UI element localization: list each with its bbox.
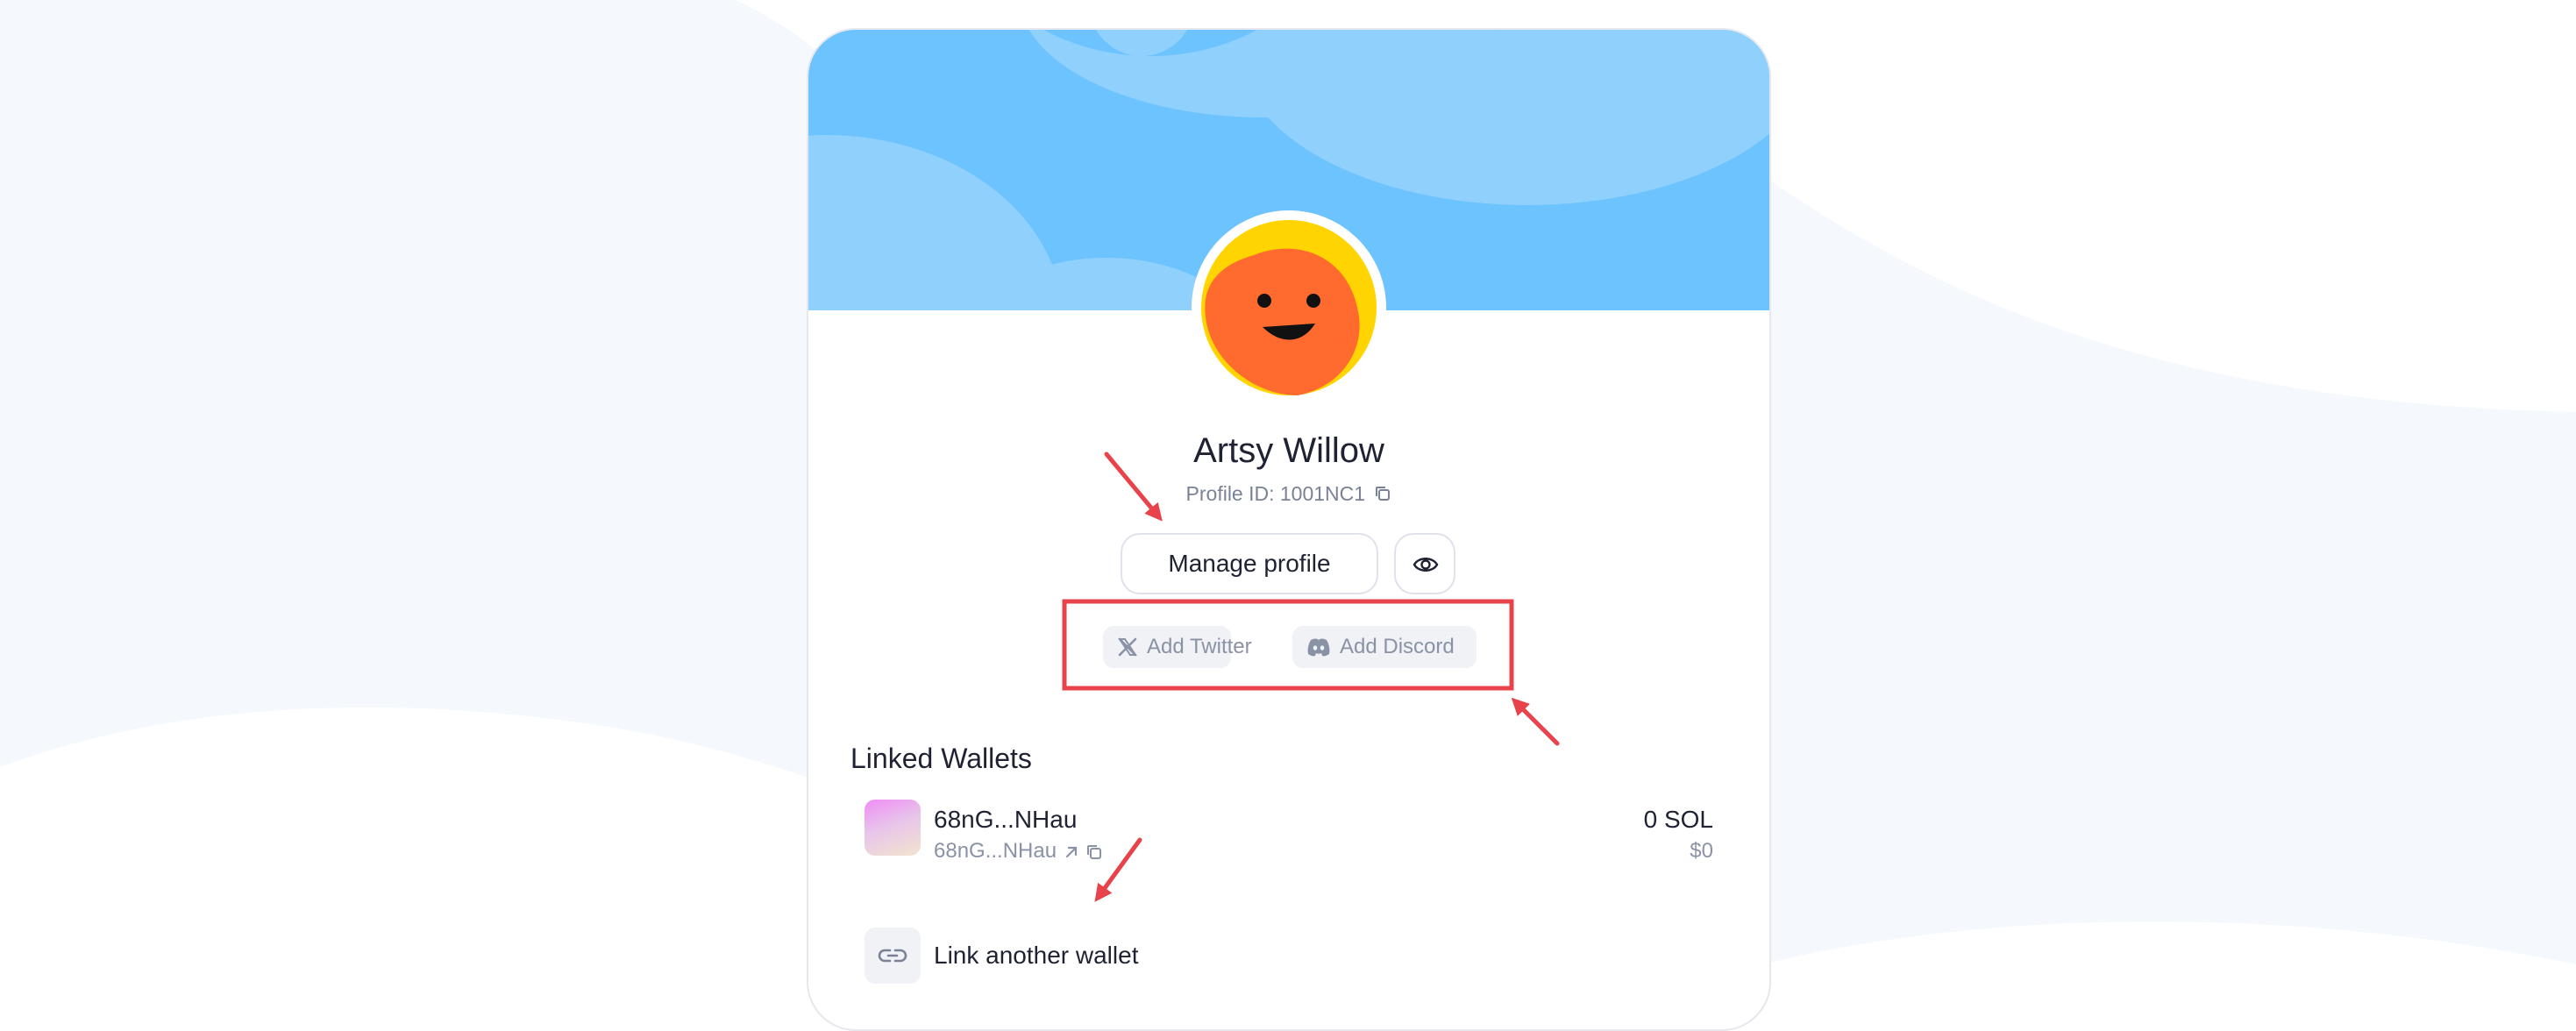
profile-id-row: Profile ID: 1001NC1	[808, 477, 1769, 508]
arrow-up-right-icon[interactable]	[1063, 843, 1080, 861]
profile-id: Profile ID: 1001NC1	[1185, 481, 1366, 505]
linked-wallets-title: Linked Wallets	[850, 743, 1032, 774]
avatar[interactable]	[1192, 210, 1386, 405]
wallet-name: 68nG...NHau	[934, 806, 1078, 833]
discord-icon	[1307, 638, 1330, 657]
link-another-wallet-label: Link another wallet	[934, 942, 1139, 969]
profile-card: Artsy Willow Profile ID: 1001NC1 Manage …	[807, 28, 1771, 1031]
eye-icon	[1413, 558, 1439, 572]
wallet-avatar	[865, 800, 921, 856]
preview-profile-button[interactable]	[1394, 533, 1455, 594]
wallet-address: 68nG...NHau	[934, 839, 1057, 863]
add-twitter-label: Add Twitter	[1147, 635, 1252, 658]
copy-icon[interactable]	[1374, 485, 1391, 502]
copy-icon[interactable]	[1085, 843, 1103, 861]
wallet-balance: 0 SOL	[1643, 806, 1713, 833]
wallet-address-row: 68nG...NHau	[934, 836, 1103, 866]
add-twitter-button[interactable]: Add Twitter	[1103, 626, 1252, 668]
link-icon	[878, 949, 907, 963]
add-discord-label: Add Discord	[1340, 635, 1455, 658]
wallet-usd-value: $0	[1690, 839, 1713, 863]
smiley-avatar-icon	[1201, 220, 1377, 395]
x-logo-icon	[1118, 637, 1137, 657]
add-discord-button[interactable]: Add Discord	[1292, 626, 1477, 668]
profile-name: Artsy Willow	[1193, 431, 1384, 470]
link-wallet-thumb	[865, 928, 921, 984]
manage-profile-button[interactable]: Manage profile	[1121, 533, 1378, 594]
